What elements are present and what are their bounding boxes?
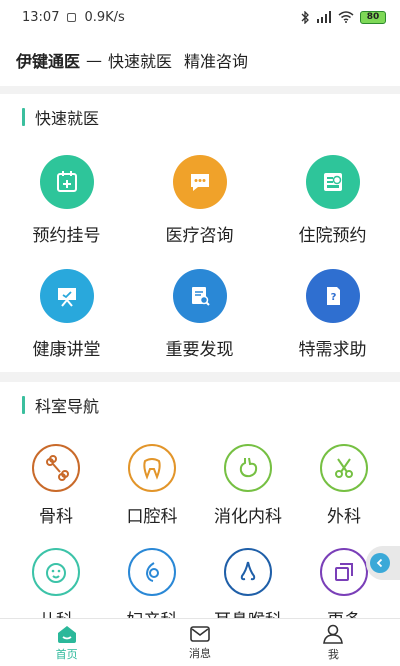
tab-me[interactable]: 我 [267, 619, 400, 666]
dept-item-obgyn[interactable]: 妇产科 [102, 548, 202, 618]
quick-item-appointment[interactable]: 预约挂号 [0, 155, 133, 246]
battery-indicator: 80 [360, 10, 386, 24]
network-speed: 0.9K/s [84, 9, 125, 25]
status-bar: 13:07 0.9K/s 80 [0, 0, 400, 34]
dept-item-label: 外科 [327, 507, 361, 527]
tab-home[interactable]: 首页 [0, 619, 133, 666]
help-document-icon: ? [305, 269, 360, 323]
baby-face-icon [32, 548, 80, 596]
signal-icon [317, 11, 331, 23]
quick-item-label: 预约挂号 [32, 226, 101, 246]
calendar-plus-icon [39, 155, 94, 209]
chat-bubble-icon [172, 155, 227, 209]
dept-item-label: 消化内科 [214, 507, 282, 527]
quick-item-label: 住院预约 [298, 226, 367, 246]
stomach-icon [224, 444, 272, 492]
dept-item-orthopedics[interactable]: 骨科 [6, 444, 106, 527]
quick-item-lecture[interactable]: 健康讲堂 [0, 269, 133, 360]
quick-item-findings[interactable]: 重要发现 [133, 269, 266, 360]
quick-item-label: 医疗咨询 [165, 226, 234, 246]
dept-item-label: 妇产科 [102, 606, 202, 618]
dept-section-title: 科室导航 [35, 397, 100, 416]
home-icon [57, 625, 76, 643]
section-title: 快速就医 [22, 106, 99, 128]
dept-item-surgery[interactable]: 外科 [294, 444, 394, 527]
dept-item-ent[interactable]: 耳鼻喉科 [198, 548, 298, 618]
quick-item-hospitalize[interactable]: 住院预约 [266, 155, 399, 246]
header-slogan-2: 精准咨询 [184, 52, 249, 71]
scissors-icon [320, 444, 368, 492]
user-icon [323, 624, 344, 644]
tab-label: 首页 [55, 647, 78, 661]
dept-item-label: 儿科 [6, 606, 106, 618]
quick-item-label: 特需求助 [298, 340, 367, 360]
nose-icon [224, 548, 272, 596]
dept-item-label: 骨科 [39, 507, 73, 527]
wifi-icon [338, 11, 354, 23]
app-indicator-icon [67, 12, 77, 22]
bluetooth-icon [301, 10, 309, 24]
more-squares-icon [320, 548, 368, 596]
tab-messages[interactable]: 消息 [133, 619, 266, 666]
mail-icon [190, 625, 210, 642]
side-expand-button[interactable] [366, 546, 400, 580]
dept-item-gastro[interactable]: 消化内科 [198, 444, 298, 527]
app-header: 伊键通医 — 快速就医 精准咨询 [0, 34, 400, 86]
dept-item-label: 更多 [294, 606, 394, 618]
section-title: 科室导航 [22, 394, 99, 416]
dept-item-pediatrics[interactable]: 儿科 [6, 548, 106, 618]
quick-item-label: 重要发现 [165, 340, 234, 360]
quick-medical-section: 快速就医 预约挂号 医疗咨询 住院预约 健康讲堂 重要发现 ? 特需求助 [0, 94, 400, 372]
bed-clock-icon [305, 155, 360, 209]
quick-item-label: 健康讲堂 [32, 340, 101, 360]
section-accent-bar [22, 396, 25, 414]
document-search-icon [172, 269, 227, 323]
dept-item-dental[interactable]: 口腔科 [102, 444, 202, 527]
section-accent-bar [22, 108, 25, 126]
quick-item-special-help[interactable]: ? 特需求助 [266, 269, 399, 360]
presentation-board-icon [39, 269, 94, 323]
header-dash: — [86, 50, 103, 70]
dept-item-label: 耳鼻喉科 [198, 606, 298, 618]
tooth-icon [128, 444, 176, 492]
dept-item-label: 口腔科 [126, 507, 178, 527]
tab-label: 消息 [188, 646, 211, 660]
bottom-tab-bar: 首页 消息 我 [0, 618, 400, 666]
quick-section-title: 快速就医 [35, 109, 100, 128]
department-nav-section: 科室导航 骨科 口腔科 消化内科 外科 [0, 382, 400, 618]
chevron-left-icon [370, 553, 390, 573]
fetus-icon [128, 548, 176, 596]
quick-item-consult[interactable]: 医疗咨询 [133, 155, 266, 246]
header-slogan-1: 快速就医 [108, 52, 173, 71]
status-time: 13:07 [22, 9, 60, 25]
tab-label: 我 [327, 647, 339, 661]
bone-icon [32, 444, 80, 492]
svg-text:?: ? [330, 292, 336, 303]
brand-name: 伊键通医 [16, 52, 81, 71]
